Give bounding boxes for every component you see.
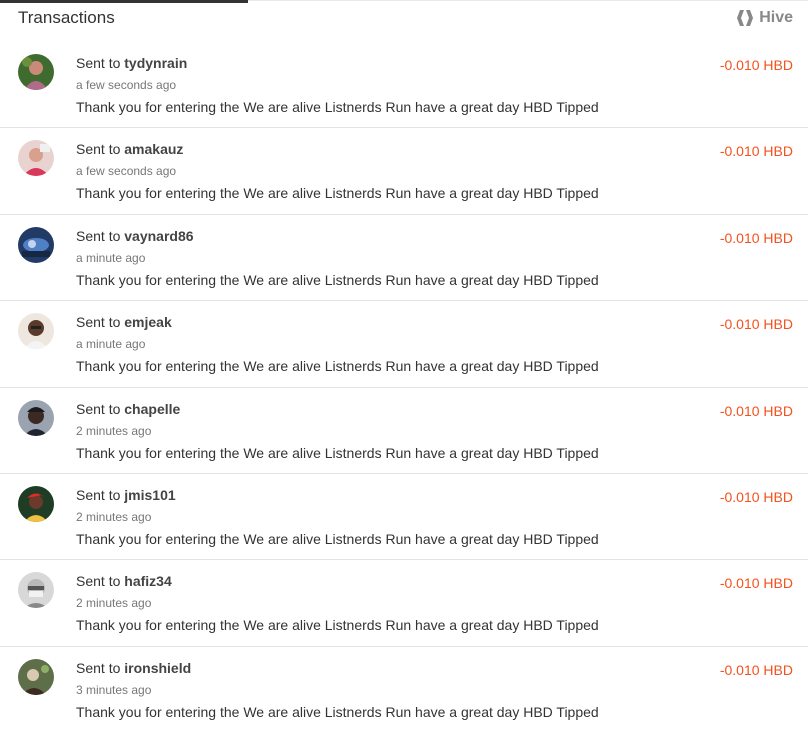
transaction-row: Sent to tydynrain a few seconds ago Thank … — [0, 42, 808, 129]
recipient-line: Sent to chapelle — [76, 401, 180, 417]
recipient-line: Sent to emjeak — [76, 314, 172, 330]
section-title: Transactions — [18, 8, 115, 27]
user-avatar[interactable] — [18, 658, 54, 695]
sent-to-label: Sent to — [76, 227, 121, 244]
sent-to-label: Sent to — [76, 659, 121, 676]
recipient-username[interactable]: emjeak — [124, 314, 171, 330]
transaction-memo: Thank you for entering the We are alive … — [76, 530, 599, 547]
transaction-amount: -0.010 HBD — [719, 57, 793, 73]
transaction-memo: Thank you for entering the We are alive … — [76, 358, 599, 375]
sent-to-label: Sent to — [76, 486, 121, 503]
transaction-row: Sent to vaynard86 a minute ago Thank you f… — [0, 215, 808, 302]
transaction-memo: Thank you for entering the We are alive … — [76, 617, 599, 634]
recipient-username[interactable]: tydynrain — [124, 55, 187, 71]
transaction-list: Sent to tydynrain a few seconds ago Thank … — [0, 42, 808, 733]
recipient-line: Sent to jmis101 — [76, 487, 176, 503]
user-avatar[interactable] — [18, 226, 54, 263]
transaction-row: Sent to hafiz34 2 minutes ago Thank you fo… — [0, 560, 808, 647]
transaction-amount: -0.010 HBD — [719, 402, 793, 419]
transaction-memo: Thank you for entering the We are alive … — [76, 703, 599, 720]
transaction-memo: Thank you for entering the We are alive … — [76, 99, 599, 115]
transaction-row: Sent to jmis101 2 minutes ago Thank you fo… — [0, 474, 808, 561]
recipient-line: Sent to ironshield — [76, 660, 191, 676]
transaction-memo: Thank you for entering the We are alive … — [76, 444, 599, 461]
transaction-memo: Thank you for entering the We are alive … — [76, 185, 599, 202]
user-avatar[interactable] — [18, 313, 54, 350]
transaction-amount: -0.010 HBD — [719, 143, 793, 160]
transaction-memo: Thank you for entering the We are alive … — [76, 271, 599, 288]
sent-to-label: Sent to — [76, 141, 121, 158]
recipient-username[interactable]: amakauz — [124, 141, 183, 157]
recipient-username[interactable]: vaynard86 — [124, 228, 193, 244]
transaction-amount: -0.010 HBD — [719, 488, 793, 505]
transaction-time: 2 minutes ago — [76, 596, 152, 611]
recipient-line: Sent to amakauz — [76, 141, 183, 157]
transaction-row: Sent to emjeak a minute ago Thank you for … — [0, 301, 808, 388]
recipient-username[interactable]: hafiz34 — [124, 573, 171, 589]
transaction-amount: -0.010 HBD — [719, 316, 793, 333]
recipient-line: Sent to tydynrain — [76, 55, 187, 71]
user-avatar[interactable] — [18, 140, 54, 177]
transaction-amount: -0.010 HBD — [719, 229, 793, 246]
transaction-time: 3 minutes ago — [76, 682, 152, 697]
transaction-row: Sent to amakauz a few seconds ago Thank yo… — [0, 128, 808, 215]
sent-to-label: Sent to — [76, 400, 121, 417]
user-avatar[interactable] — [18, 399, 54, 436]
recipient-username[interactable]: chapelle — [124, 401, 180, 417]
top-progress-bar — [0, 0, 248, 3]
transaction-time: 2 minutes ago — [76, 509, 152, 524]
brand-label: Hive — [759, 9, 793, 26]
transaction-time: a few seconds ago — [76, 164, 177, 179]
user-avatar[interactable] — [18, 572, 54, 609]
transaction-row: Sent to chapelle 2 minutes ago Thank you f… — [0, 388, 808, 474]
hive-brand: Hive — [735, 9, 793, 27]
recipient-username[interactable]: jmis101 — [124, 487, 175, 503]
recipient-line: Sent to vaynard86 — [76, 228, 194, 244]
hive-logo-icon — [735, 10, 755, 26]
transaction-time: a minute ago — [76, 250, 146, 265]
transaction-time: a few seconds ago — [76, 78, 177, 92]
transactions-header: Transactions Hive — [18, 6, 793, 30]
recipient-username[interactable]: ironshield — [124, 660, 191, 676]
sent-to-label: Sent to — [76, 55, 121, 71]
transaction-amount: -0.010 HBD — [719, 661, 793, 678]
top-divider — [248, 0, 808, 1]
recipient-line: Sent to hafiz34 — [76, 573, 172, 589]
transaction-time: 2 minutes ago — [76, 423, 152, 438]
transaction-row: Sent to ironshield 3 minutes ago Thank you… — [0, 647, 808, 733]
transaction-amount: -0.010 HBD — [719, 575, 793, 592]
sent-to-label: Sent to — [76, 314, 121, 331]
user-avatar[interactable] — [18, 485, 54, 522]
user-avatar[interactable] — [18, 54, 54, 90]
transaction-time: a minute ago — [76, 337, 146, 352]
sent-to-label: Sent to — [76, 573, 121, 590]
